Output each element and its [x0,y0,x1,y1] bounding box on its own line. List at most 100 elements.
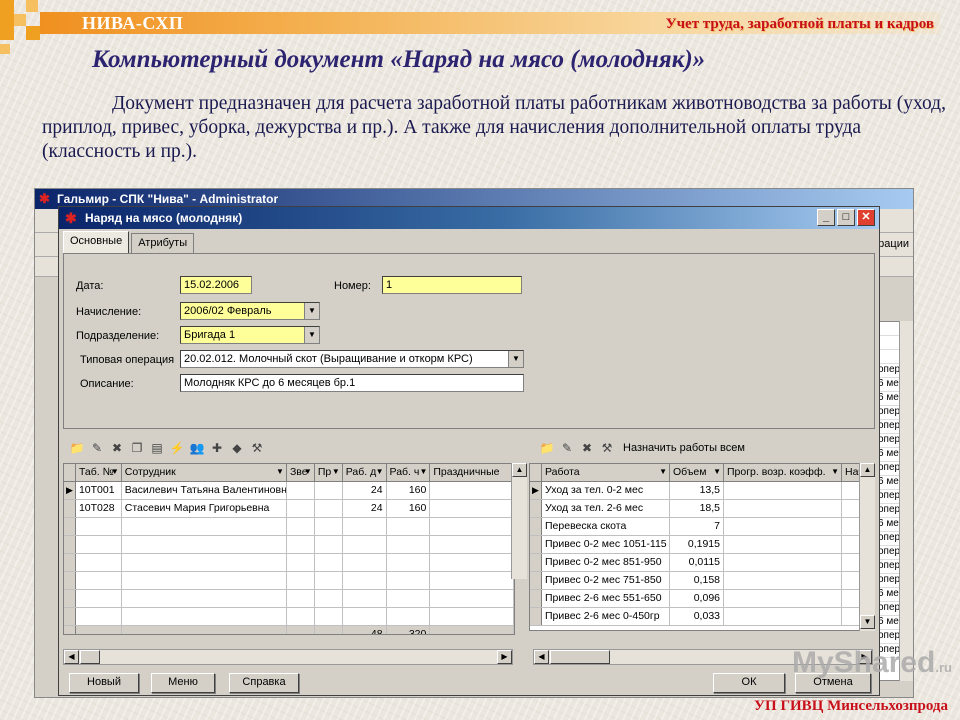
table-row[interactable]: ▶10Т001Василевич Татьяна Валентиновн2416… [64,482,514,500]
table-cell[interactable]: 10Т001 [76,482,122,499]
table-cell[interactable]: Привес 0-2 мес 851-950 [542,554,670,571]
table-cell[interactable] [76,518,122,535]
delete-icon[interactable]: ✖ [579,440,595,456]
table-cell[interactable] [430,572,514,589]
table-cell[interactable] [122,590,287,607]
table-cell[interactable] [430,518,514,535]
table-cell[interactable]: 18,5 [670,500,724,517]
tab-main[interactable]: Основные [63,231,129,253]
table-cell[interactable] [315,500,343,517]
table-cell[interactable] [343,572,387,589]
table-cell[interactable] [122,572,287,589]
table-row[interactable]: 10Т028Стасевич Мария Григорьевна24160 [64,500,514,518]
table-cell[interactable] [76,554,122,571]
maximize-button[interactable]: □ [837,209,855,226]
table-cell[interactable]: Стасевич Мария Григорьевна [122,500,287,517]
lightning-icon[interactable]: ⚡ [169,440,185,456]
table-cell[interactable]: Привес 0-2 мес 1051-115 [542,536,670,553]
column-header[interactable]: Сотрудник▼ [122,464,287,481]
tools-icon[interactable]: ⚒ [599,440,615,456]
delete-icon[interactable]: ✖ [109,440,125,456]
table-row[interactable]: Привес 0-2 мес 851-9500,0115 [530,554,868,572]
table-cell[interactable] [287,554,315,571]
table-row[interactable]: Привес 0-2 мес 751-8500,158 [530,572,868,590]
table-cell[interactable]: 0,1915 [670,536,724,553]
chevron-down-icon[interactable]: ▼ [713,467,721,476]
table-cell[interactable] [343,590,387,607]
chevron-down-icon[interactable]: ▼ [276,467,284,476]
scroll-up-icon[interactable]: ▲ [860,463,875,477]
employees-hscrollbar[interactable]: ◀ ▶ [63,649,513,665]
table-cell[interactable]: 0,0115 [670,554,724,571]
table-cell[interactable] [287,572,315,589]
table-cell[interactable] [343,608,387,625]
table-cell[interactable] [76,608,122,625]
table-cell[interactable] [724,500,842,517]
table-cell[interactable] [122,518,287,535]
table-cell[interactable] [387,590,431,607]
description-field[interactable]: Молодняк КРС до 6 месяцев бр.1 [180,374,524,392]
scroll-thumb[interactable] [550,650,610,664]
table-cell[interactable] [724,590,842,607]
new-button[interactable]: Новый [69,673,139,693]
table-cell[interactable]: Привес 0-2 мес 751-850 [542,572,670,589]
table-row[interactable] [64,572,514,590]
table-cell[interactable] [387,608,431,625]
background-scrollbar[interactable] [899,321,913,681]
chevron-down-icon[interactable]: ▼ [304,303,319,319]
table-cell[interactable] [724,536,842,553]
table-cell[interactable] [287,590,315,607]
table-row[interactable] [64,554,514,572]
table-cell[interactable]: 24 [343,482,387,499]
scroll-left-icon[interactable]: ◀ [64,650,79,664]
operation-select[interactable]: 20.02.012. Молочный скот (Выращивание и … [180,350,524,368]
table-cell[interactable] [724,518,842,535]
chevron-down-icon[interactable]: ▼ [376,467,384,476]
table-cell[interactable]: Уход за тел. 0-2 мес [542,482,670,499]
ok-button[interactable]: ОК [713,673,785,693]
table-row[interactable]: ▶Уход за тел. 0-2 мес13,5 [530,482,868,500]
table-row[interactable]: Привес 2-6 мес 0-450гр0,033 [530,608,868,626]
table-cell[interactable] [315,554,343,571]
help-button[interactable]: Справка [229,673,299,693]
table-cell[interactable]: 7 [670,518,724,535]
table-cell[interactable] [315,572,343,589]
minimize-button[interactable]: _ [817,209,835,226]
table-cell[interactable] [287,500,315,517]
edit-icon[interactable]: ✎ [89,440,105,456]
table-cell[interactable]: Василевич Татьяна Валентиновн [122,482,287,499]
table-cell[interactable] [430,554,514,571]
number-field[interactable]: 1 [382,276,522,294]
close-button[interactable]: ✕ [857,209,875,226]
shapes-icon[interactable]: ◆ [229,440,245,456]
column-header[interactable]: Раб. д▼ [343,464,387,481]
scroll-left-icon[interactable]: ◀ [534,650,549,664]
users-icon[interactable]: 👥 [189,440,205,456]
column-header[interactable]: Прогр. возр. коэфф.▼ [724,464,842,481]
table-cell[interactable]: 13,5 [670,482,724,499]
column-header[interactable]: Объем▼ [670,464,724,481]
document-icon[interactable]: ▤ [149,440,165,456]
assign-works-all-button[interactable]: Назначить работы всем [619,442,745,454]
scroll-up-icon[interactable]: ▲ [512,463,527,477]
column-header[interactable]: Работа▼ [542,464,670,481]
tab-attributes[interactable]: Атрибуты [131,233,194,253]
column-header[interactable]: Зве▼ [287,464,315,481]
menu-button[interactable]: Меню [151,673,215,693]
table-cell[interactable] [430,536,514,553]
chevron-down-icon[interactable]: ▼ [304,467,312,476]
scroll-thumb[interactable] [80,650,100,664]
dialog-titlebar[interactable]: ✱ Наряд на мясо (молодняк) _ □ ✕ [59,207,879,229]
hammer-icon[interactable]: ⚒ [249,440,265,456]
date-field[interactable]: 15.02.2006 [180,276,252,294]
table-cell[interactable] [387,518,431,535]
table-cell[interactable] [122,608,287,625]
table-cell[interactable]: Уход за тел. 2-6 мес [542,500,670,517]
table-cell[interactable]: 0,033 [670,608,724,625]
column-header[interactable]: Праздничные [430,464,514,481]
add-user-icon[interactable]: ✚ [209,440,225,456]
table-cell[interactable]: Привес 2-6 мес 0-450гр [542,608,670,625]
folder-open-icon[interactable]: 📁 [539,440,555,456]
table-row[interactable]: Уход за тел. 2-6 мес18,5 [530,500,868,518]
division-select[interactable]: Бригада 1 ▼ [180,326,320,344]
